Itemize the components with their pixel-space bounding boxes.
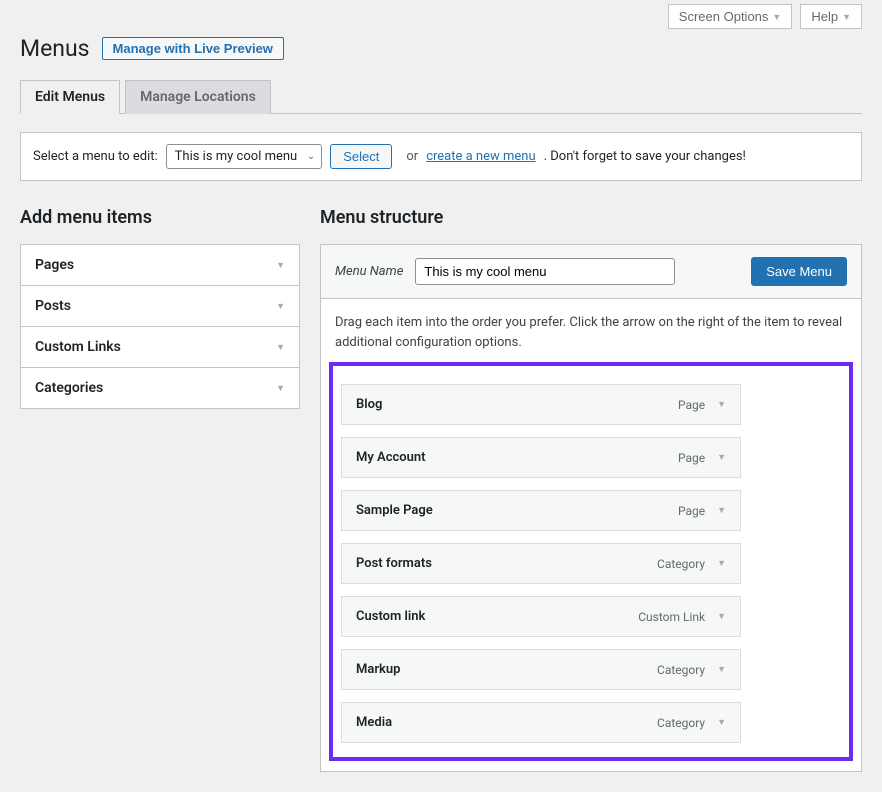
accordion-label: Pages	[35, 257, 74, 273]
menu-name-input[interactable]	[415, 258, 675, 285]
chevron-down-icon[interactable]: ▼	[717, 399, 726, 410]
accordion-categories[interactable]: Categories ▼	[21, 368, 299, 408]
menu-item-title: My Account	[356, 450, 426, 465]
menu-item[interactable]: Media Category ▼	[341, 702, 741, 743]
chevron-down-icon[interactable]: ▼	[717, 611, 726, 622]
menu-item[interactable]: Custom link Custom Link ▼	[341, 596, 741, 637]
menu-item-type: Page	[678, 451, 705, 465]
menu-item[interactable]: My Account Page ▼	[341, 437, 741, 478]
chevron-down-icon[interactable]: ▼	[717, 505, 726, 516]
menu-item[interactable]: Blog Page ▼	[341, 384, 741, 425]
accordion-label: Custom Links	[35, 339, 121, 355]
menu-item-title: Sample Page	[356, 503, 433, 518]
menu-item-title: Markup	[356, 662, 400, 677]
create-new-menu-link[interactable]: create a new menu	[426, 149, 535, 164]
accordion-label: Posts	[35, 298, 71, 314]
menu-item-title: Custom link	[356, 609, 425, 624]
menu-item-type: Category	[657, 716, 705, 730]
chevron-down-icon[interactable]: ▼	[717, 664, 726, 675]
add-menu-items-heading: Add menu items	[20, 207, 300, 228]
accordion-custom-links[interactable]: Custom Links ▼	[21, 327, 299, 368]
accordion-pages[interactable]: Pages ▼	[21, 245, 299, 286]
chevron-down-icon: ▼	[276, 342, 285, 353]
chevron-down-icon[interactable]: ▼	[717, 717, 726, 728]
menu-item-title: Media	[356, 715, 392, 730]
help-label: Help	[811, 9, 838, 24]
accordion-posts[interactable]: Posts ▼	[21, 286, 299, 327]
select-menu-label: Select a menu to edit:	[33, 149, 158, 164]
menu-items-highlight: Blog Page ▼ My Account Page ▼ Sample Pag…	[329, 362, 853, 761]
menu-item-type: Category	[657, 663, 705, 677]
menu-select-dropdown[interactable]: This is my cool menu ⌄	[166, 144, 323, 169]
trail-text: . Don't forget to save your changes!	[544, 149, 746, 164]
chevron-down-icon: ⌄	[307, 151, 315, 162]
help-button[interactable]: Help ▼	[800, 4, 862, 29]
screen-options-label: Screen Options	[679, 9, 769, 24]
menu-item[interactable]: Sample Page Page ▼	[341, 490, 741, 531]
add-menu-items-accordion: Pages ▼ Posts ▼ Custom Links ▼ Categorie…	[20, 244, 300, 409]
chevron-down-icon[interactable]: ▼	[717, 452, 726, 463]
chevron-down-icon[interactable]: ▼	[717, 558, 726, 569]
select-button[interactable]: Select	[330, 144, 392, 169]
menu-item[interactable]: Post formats Category ▼	[341, 543, 741, 584]
menu-item-title: Blog	[356, 397, 382, 412]
menu-item-type: Page	[678, 398, 705, 412]
chevron-down-icon: ▼	[276, 260, 285, 271]
menu-select-value: This is my cool menu	[175, 149, 298, 164]
menu-item[interactable]: Markup Category ▼	[341, 649, 741, 690]
or-text: or	[406, 149, 418, 164]
menu-structure-heading: Menu structure	[320, 207, 862, 228]
chevron-down-icon: ▼	[276, 301, 285, 312]
live-preview-button[interactable]: Manage with Live Preview	[102, 37, 284, 60]
tab-edit-menus[interactable]: Edit Menus	[20, 80, 120, 114]
chevron-down-icon: ▼	[276, 383, 285, 394]
menu-item-type: Custom Link	[638, 610, 705, 624]
chevron-down-icon: ▼	[772, 12, 781, 22]
accordion-label: Categories	[35, 380, 103, 396]
tab-manage-locations[interactable]: Manage Locations	[125, 80, 271, 114]
menu-item-title: Post formats	[356, 556, 432, 571]
page-title: Menus	[20, 35, 90, 62]
screen-options-button[interactable]: Screen Options ▼	[668, 4, 793, 29]
menu-item-type: Category	[657, 557, 705, 571]
menu-name-label: Menu Name	[335, 264, 403, 279]
chevron-down-icon: ▼	[842, 12, 851, 22]
save-menu-button[interactable]: Save Menu	[751, 257, 847, 286]
menu-item-type: Page	[678, 504, 705, 518]
structure-hint: Drag each item into the order you prefer…	[321, 299, 861, 362]
